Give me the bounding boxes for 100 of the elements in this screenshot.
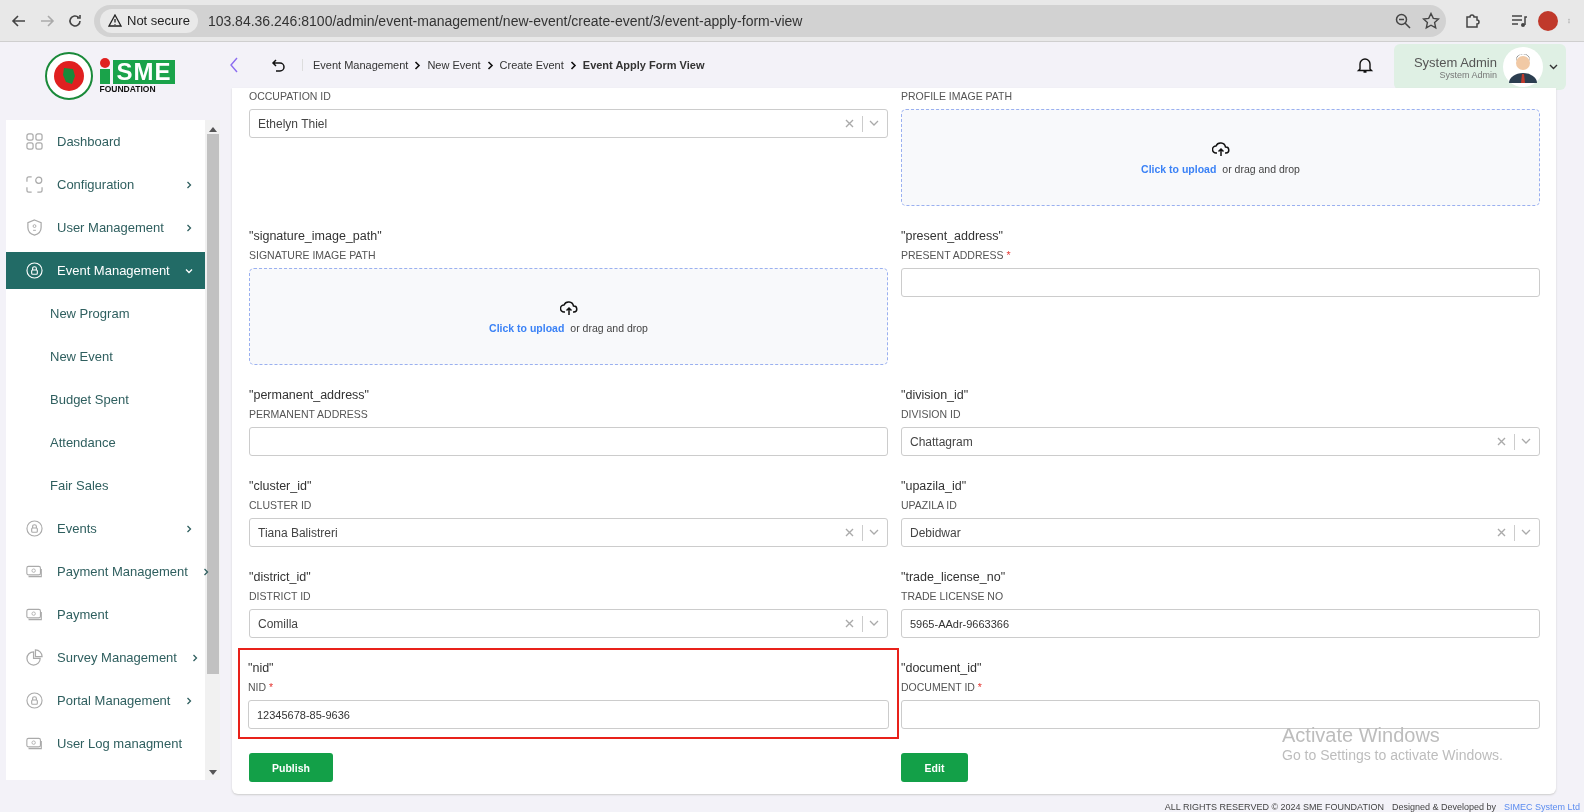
lock-icon xyxy=(26,262,43,279)
chevron-down-icon[interactable] xyxy=(1521,529,1531,536)
undo-icon[interactable] xyxy=(270,57,286,73)
warning-icon xyxy=(108,14,122,27)
lock-icon xyxy=(26,692,43,709)
user-menu[interactable]: System Admin System Admin xyxy=(1393,44,1566,90)
field-label: TRADE LICENSE NO xyxy=(901,590,1005,602)
input-field[interactable] xyxy=(901,268,1540,297)
sidebar-item[interactable]: Payment Management xyxy=(6,550,205,593)
select-field[interactable]: Comilla xyxy=(249,609,888,638)
clear-icon[interactable] xyxy=(845,528,854,537)
chevron-right-icon xyxy=(414,60,422,70)
chevron-right-icon xyxy=(569,60,577,70)
field-label: CLUSTER ID xyxy=(249,499,313,511)
scroll-down-icon[interactable] xyxy=(208,770,217,776)
chevron-down-icon[interactable] xyxy=(869,529,879,536)
field-label: PROFILE IMAGE PATH xyxy=(901,90,1014,102)
input-field[interactable]: 12345678-85-9636 xyxy=(248,700,889,729)
notification-bell-icon[interactable] xyxy=(1355,56,1374,74)
logo-mark-icon xyxy=(99,58,112,84)
select-field[interactable]: Debidwar xyxy=(901,518,1540,547)
security-chip[interactable]: Not secure xyxy=(100,8,198,33)
upload-hint: or drag and drop xyxy=(570,321,648,334)
chevron-down-icon xyxy=(1549,64,1558,70)
chevron-down-icon[interactable] xyxy=(869,120,879,127)
sidebar-item[interactable]: User Management xyxy=(6,206,205,249)
star-icon[interactable] xyxy=(1422,11,1440,30)
upload-link[interactable]: Click to upload xyxy=(1141,162,1217,175)
field-key: "division_id" xyxy=(901,388,1540,402)
field-key: "nid" xyxy=(248,661,889,675)
activation-title: Activate Windows xyxy=(1282,724,1441,747)
zoom-icon[interactable] xyxy=(1394,11,1412,30)
input-field[interactable] xyxy=(249,427,888,456)
logo-text: SME xyxy=(113,60,175,84)
breadcrumb-link[interactable]: Create Event xyxy=(499,59,564,71)
clear-icon[interactable] xyxy=(845,619,854,628)
chevron-right-icon xyxy=(185,524,193,533)
field-label: PERMANENT ADDRESS xyxy=(249,408,369,420)
field-label: DISTRICT ID xyxy=(249,590,312,602)
banknote-icon xyxy=(26,735,43,752)
upload-icon xyxy=(559,299,578,316)
field-label: DIVISION ID xyxy=(901,408,962,420)
select-field[interactable]: Chattagram xyxy=(901,427,1540,456)
breadcrumb-link[interactable]: Event Management xyxy=(313,59,409,71)
lock-icon xyxy=(26,520,43,537)
field-key: "district_id" xyxy=(249,570,888,584)
copyright-text: ALL RIGHTS RESERVED © 2024 SME FOUNDATION xyxy=(1164,802,1384,812)
field-key: "cluster_id" xyxy=(249,479,888,493)
clear-icon[interactable] xyxy=(845,119,854,128)
address-bar-url[interactable]: 103.84.36.246:8100/admin/event-management/new-event/create-event/3/event-apply-form-view xyxy=(207,12,1384,29)
upload-dropzone[interactable]: Click to upload or drag and drop xyxy=(901,109,1540,206)
sidebar-subitem[interactable]: New Event xyxy=(6,335,205,378)
collapse-chevron-icon[interactable] xyxy=(228,56,240,74)
chevron-down-icon[interactable] xyxy=(1521,438,1531,445)
field-key: "trade_license_no" xyxy=(901,570,1540,584)
clear-icon[interactable] xyxy=(1497,437,1506,446)
sidebar-item[interactable]: Configuration xyxy=(6,163,205,206)
chevron-down-icon[interactable] xyxy=(869,620,879,627)
select-field[interactable]: Ethelyn Thiel xyxy=(249,109,888,138)
input-field[interactable]: 5965-AAdr-9663366 xyxy=(901,609,1540,638)
grid-icon xyxy=(26,133,43,150)
sidebar-item[interactable]: Event Management xyxy=(6,252,205,289)
sidebar-subitem[interactable]: Fair Sales xyxy=(6,464,205,507)
sidebar-item[interactable]: Payment xyxy=(6,593,205,636)
field-label: OCCUPATION ID xyxy=(249,90,332,102)
field-key: "present_address" xyxy=(901,229,1540,243)
logo-subtitle: FOUNDATION xyxy=(99,84,156,94)
chevron-right-icon xyxy=(185,696,193,705)
clear-icon[interactable] xyxy=(1497,528,1506,537)
banknote-icon xyxy=(26,606,43,623)
sidebar-item[interactable]: Events xyxy=(6,507,205,550)
sidebar-item[interactable]: Dashboard xyxy=(6,120,205,163)
field-label: SIGNATURE IMAGE PATH xyxy=(249,249,377,261)
breadcrumb-link[interactable]: New Event xyxy=(427,59,481,71)
sidebar-item[interactable]: User Log managment xyxy=(6,722,205,765)
credit-text: Designed & Developed by xyxy=(1391,802,1496,812)
chevron-right-icon xyxy=(185,180,193,189)
chevron-right-icon xyxy=(201,567,210,576)
profile-avatar[interactable] xyxy=(1538,10,1558,31)
input-field[interactable] xyxy=(901,700,1540,729)
sidebar-item[interactable]: Survey Management xyxy=(6,636,205,679)
sidebar-subitem[interactable]: Budget Spent xyxy=(6,378,205,421)
scroll-up-icon[interactable] xyxy=(208,126,217,132)
upload-dropzone[interactable]: Click to upload or drag and drop xyxy=(249,268,888,365)
puzzle-icon[interactable] xyxy=(1464,11,1482,30)
chevron-right-icon xyxy=(185,223,193,232)
banknote-icon xyxy=(26,563,43,580)
sidebar-subitem[interactable]: Attendance xyxy=(6,421,205,464)
chevron-down-icon xyxy=(185,266,193,275)
select-field[interactable]: Tiana Balistreri xyxy=(249,518,888,547)
field-label: NID * xyxy=(248,681,275,693)
pie-chart-icon xyxy=(26,649,43,666)
scrollbar[interactable] xyxy=(205,120,220,780)
breadcrumb-link[interactable]: Event Apply Form View xyxy=(582,59,705,71)
field-key: "upazila_id" xyxy=(901,479,1540,493)
upload-link[interactable]: Click to upload xyxy=(489,321,565,334)
sidebar-item[interactable]: Portal Management xyxy=(6,679,205,722)
sidebar-subitem[interactable]: New Program xyxy=(6,292,205,335)
shapes-icon xyxy=(26,176,43,193)
chevron-right-icon xyxy=(190,653,199,662)
